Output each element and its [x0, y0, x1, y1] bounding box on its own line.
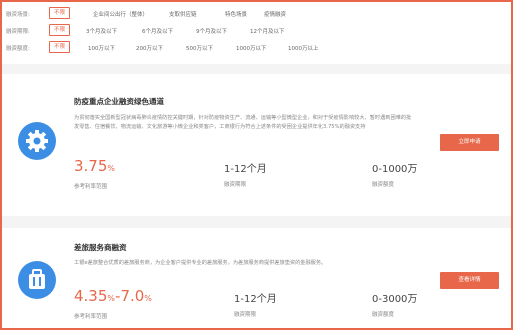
filter-option-all[interactable]: 不限 [49, 7, 71, 19]
product-title: 防疫重点企业融资绿色通道 [74, 97, 164, 106]
rate-range: 3.75% [74, 157, 115, 175]
filter-option[interactable]: 9个月及以下 [196, 27, 227, 35]
details-button[interactable]: 查看详情 [440, 272, 499, 289]
filter-option[interactable]: 200万以下 [136, 44, 163, 52]
rate-range: 4.35%-7.0% [74, 287, 152, 305]
rate-unit: % [107, 294, 116, 303]
term-value: 1-12个月 [234, 294, 277, 305]
apply-button[interactable]: 立即申请 [440, 134, 499, 151]
filter-option[interactable]: 1000万以下 [236, 44, 267, 52]
rate-max: 7.0 [120, 287, 145, 305]
filter-option[interactable]: 12个月及以下 [250, 27, 285, 35]
rate-caption: 参考利率范围 [74, 314, 108, 320]
filter-option[interactable]: 支取供应链 [169, 10, 197, 18]
filter-option-all[interactable]: 不限 [49, 41, 71, 53]
amount-caption: 融资额度 [372, 312, 395, 318]
rate-unit: % [107, 164, 116, 173]
filter-option[interactable]: 500万以下 [186, 44, 213, 52]
section-divider [2, 64, 511, 74]
filter-label-amount: 融资额度: [6, 46, 30, 52]
filter-option[interactable]: 6个月及以下 [142, 27, 173, 35]
product-description: 工银e差旅整合优质的差旅服务商，为企业客户提供专业的差旅服务，为差旅服务商提供差… [74, 260, 327, 266]
filter-option[interactable]: 疫情融资 [264, 10, 286, 18]
filter-option[interactable]: 企业间公出行（整体） [93, 10, 148, 18]
term-caption: 融资期限 [234, 312, 257, 318]
term-caption: 融资期限 [224, 182, 247, 188]
filter-option[interactable]: 3个月及以下 [86, 27, 117, 35]
product-card: 差旅服务商融资 工银e差旅整合优质的差旅服务商，为企业客户提供专业的差旅服务，为… [2, 228, 511, 328]
filter-option[interactable]: 特色场景 [225, 10, 247, 18]
filter-label-scene: 融资场景: [6, 12, 30, 18]
filter-label-term: 融资期限: [6, 29, 30, 35]
gear-icon [18, 122, 56, 160]
section-divider [2, 216, 511, 228]
product-description: 为贯彻落实全国新型冠状病毒肺炎疫情防控关键时期，针对防疫物资生产、流通、运输等小… [74, 115, 412, 130]
filter-option[interactable]: 100万以下 [88, 44, 115, 52]
suitcase-icon [18, 261, 56, 299]
filter-option-all[interactable]: 不限 [49, 24, 71, 36]
term-value: 1-12个月 [224, 164, 267, 175]
filter-option[interactable]: 1000万以上 [288, 44, 319, 52]
amount-value: 0-1000万 [372, 164, 418, 175]
rate-caption: 参考利率范围 [74, 184, 108, 190]
rate-unit: % [144, 294, 152, 303]
amount-value: 0-3000万 [372, 294, 418, 305]
rate-min: 4.35 [74, 287, 108, 305]
amount-caption: 融资额度 [372, 182, 395, 188]
product-card: 防疫重点企业融资绿色通道 为贯彻落实全国新型冠状病毒肺炎疫情防控关键时期，针对防… [2, 74, 511, 216]
product-title: 差旅服务商融资 [74, 243, 127, 252]
rate-value: 3.75 [74, 157, 108, 175]
filter-panel: 融资场景: 不限 企业间公出行（整体） 支取供应链 特色场景 疫情融资 融资期限… [2, 2, 511, 64]
